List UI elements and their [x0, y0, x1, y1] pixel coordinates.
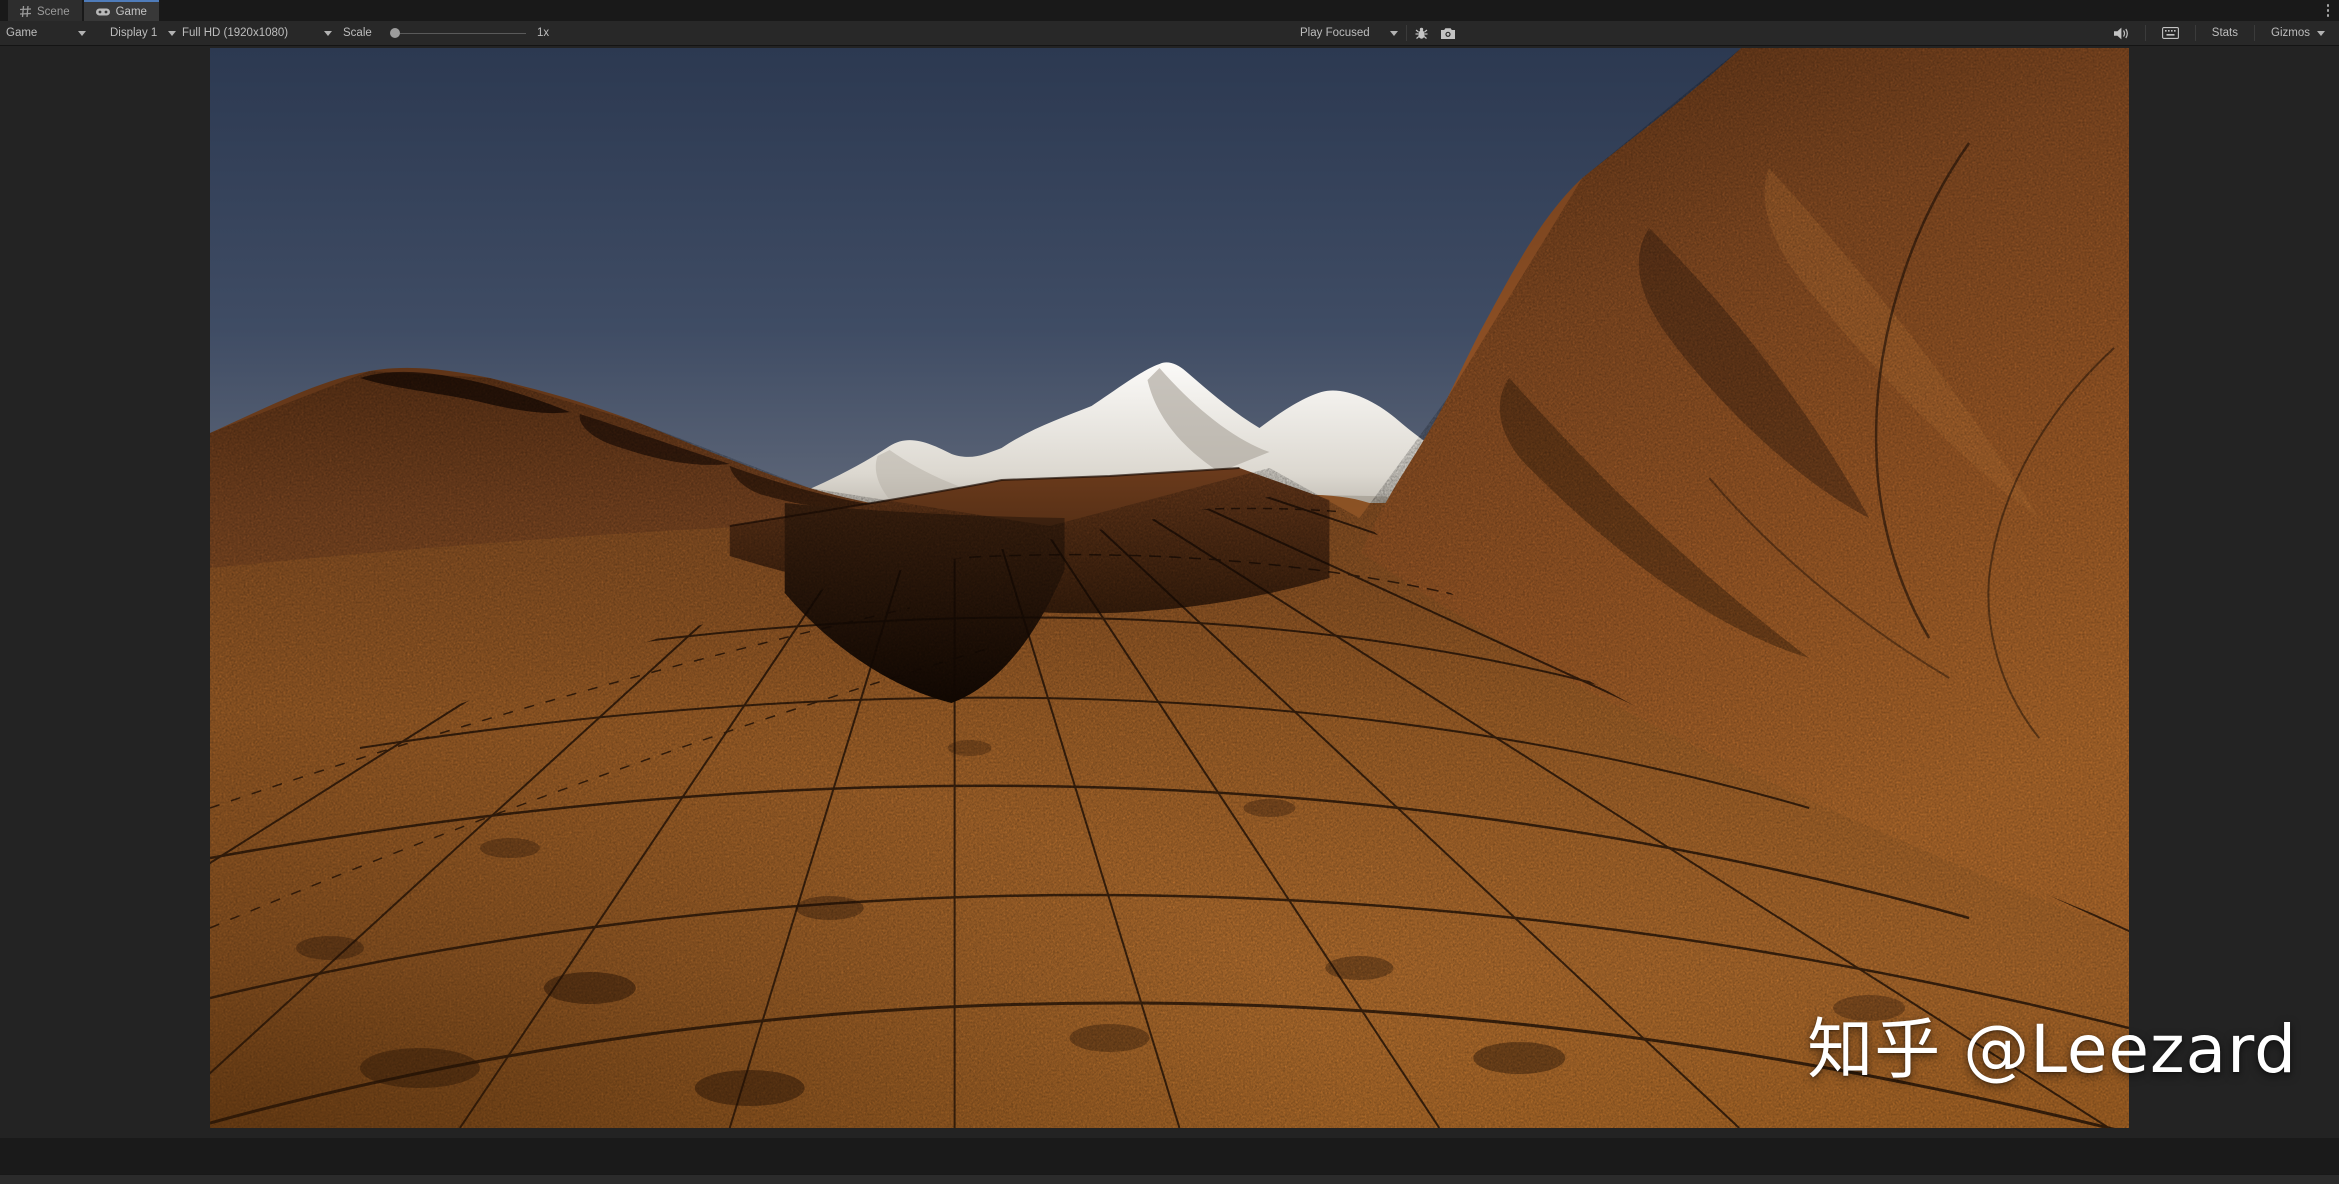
- resolution-dropdown-label: Full HD (1920x1080): [182, 27, 288, 39]
- play-mode-label: Play Focused: [1300, 27, 1370, 39]
- display-dropdown-label: Display 1: [110, 27, 157, 39]
- view-dropdown[interactable]: Game: [6, 21, 37, 45]
- chevron-down-icon: [78, 31, 86, 36]
- scale-slider-knob[interactable]: [390, 28, 400, 38]
- game-view-toolbar: Game Display 1 Full HD (1920x1080) Scale…: [0, 21, 2339, 46]
- stats-label: Stats: [2212, 27, 2238, 39]
- gizmos-dropdown[interactable]: Gizmos: [2265, 21, 2331, 45]
- grid-icon: [20, 6, 31, 17]
- gamepad-icon: [96, 7, 110, 17]
- keyboard-shortcuts-button[interactable]: [2156, 21, 2185, 45]
- resolution-dropdown[interactable]: Full HD (1920x1080): [182, 21, 288, 45]
- unity-editor-window: Scene Game Game Display 1 Full HD (1920x…: [0, 0, 2339, 1138]
- game-render-viewport[interactable]: [210, 48, 2129, 1128]
- chevron-down-icon: [2317, 31, 2325, 36]
- tab-game[interactable]: Game: [84, 0, 159, 21]
- view-dropdown-label: Game: [6, 27, 37, 39]
- game-view-area: [0, 46, 2339, 1138]
- play-mode-dropdown[interactable]: Play Focused: [1300, 21, 1370, 45]
- scale-label: Scale: [343, 21, 372, 45]
- display-dropdown[interactable]: Display 1: [110, 21, 157, 45]
- chevron-down-icon: [1390, 31, 1398, 36]
- bottom-strip: [0, 1174, 2339, 1184]
- camera-icon: [1440, 27, 1456, 40]
- scale-value: 1x: [537, 21, 549, 45]
- kebab-menu-icon[interactable]: [2327, 4, 2330, 17]
- chevron-down-icon: [324, 31, 332, 36]
- speaker-icon: [2114, 27, 2129, 40]
- tab-bar: Scene Game: [0, 0, 2339, 21]
- scale-slider[interactable]: [392, 21, 526, 45]
- stats-button[interactable]: Stats: [2206, 21, 2244, 45]
- keyboard-icon: [2162, 27, 2179, 39]
- bug-icon: [1414, 26, 1429, 41]
- mute-audio-button[interactable]: [2108, 21, 2135, 45]
- mars-terrain-render: [210, 48, 2129, 1128]
- watermark-text: 知乎 @Leezard: [1807, 996, 2297, 1092]
- screenshot-button[interactable]: [1434, 21, 1462, 45]
- tab-game-label: Game: [116, 6, 147, 18]
- tab-scene[interactable]: Scene: [8, 0, 82, 21]
- tab-scene-label: Scene: [37, 6, 70, 18]
- debug-toggle-button[interactable]: [1408, 21, 1435, 45]
- chevron-down-icon: [168, 31, 176, 36]
- gizmos-label: Gizmos: [2271, 27, 2310, 39]
